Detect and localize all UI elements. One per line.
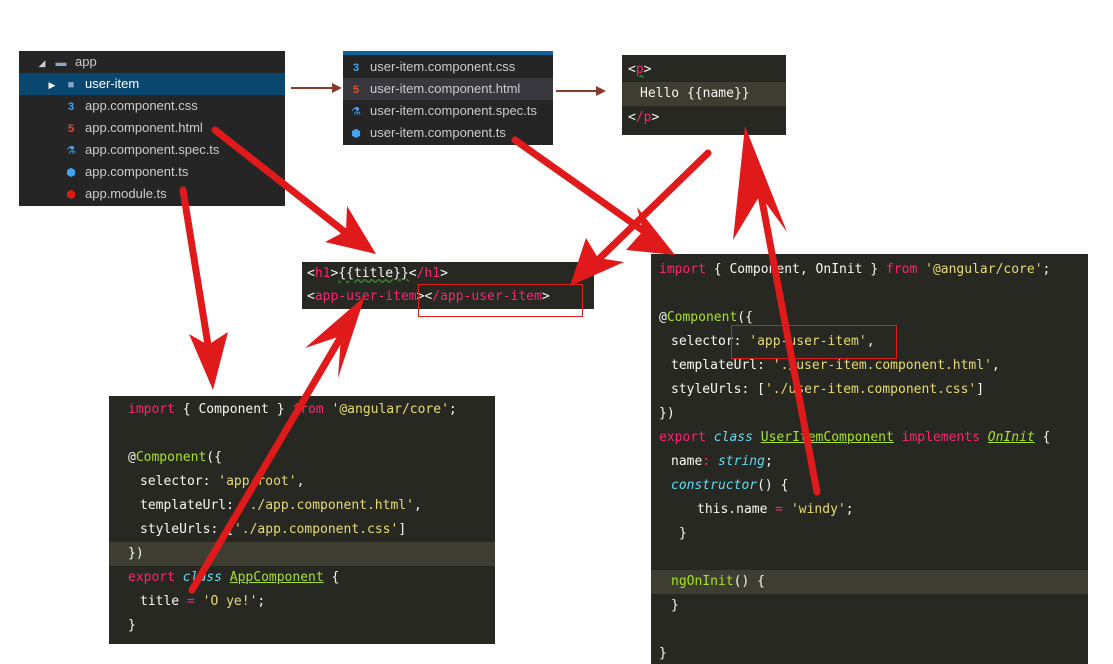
arrows-overlay xyxy=(179,83,821,594)
arrow-ui-ts-head xyxy=(626,207,675,255)
arrow-app-html-shaft xyxy=(211,126,354,240)
arrow-app-html-head xyxy=(325,206,376,254)
arrow-app-ts-shaft xyxy=(179,186,212,349)
arrow-name-head xyxy=(733,126,787,240)
arrow-title-head xyxy=(305,296,365,378)
arrow-name-shaft xyxy=(756,186,821,496)
arrow-ui-ts-shaft xyxy=(511,136,649,236)
